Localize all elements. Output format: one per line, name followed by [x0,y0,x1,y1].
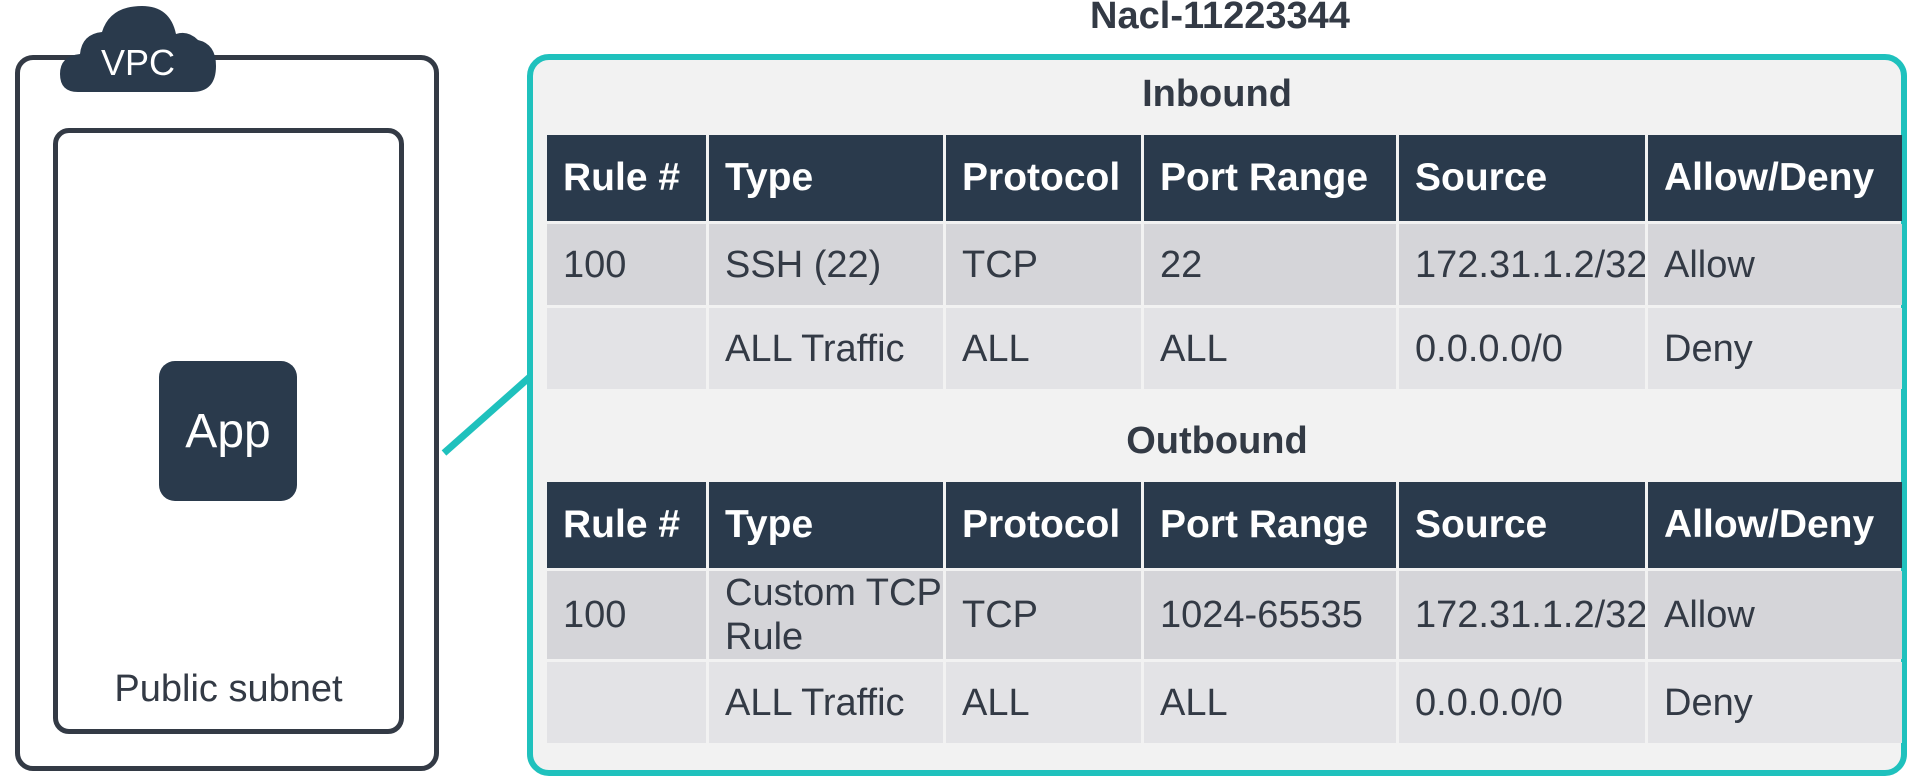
outbound-header-row: Rule # Type Protocol Port Range Source A… [547,482,1902,568]
rule-type: Custom TCP Rule [709,571,943,659]
inbound-header-row: Rule # Type Protocol Port Range Source A… [547,135,1902,221]
rule-action: Deny [1648,308,1902,389]
rule-action: Allow [1648,224,1902,305]
nacl-title: Nacl-11223344 [1090,0,1350,37]
rule-protocol: TCP [946,224,1141,305]
vpc-label: VPC [100,42,176,83]
col-action-header: Allow/Deny [1648,135,1902,221]
outbound-title: Outbound [1126,420,1308,462]
col-rule-header: Rule # [547,135,706,221]
app-node: App [159,361,297,501]
rule-number: 100 [547,571,706,659]
rule-action: Deny [1648,662,1902,743]
rule-source: 0.0.0.0/0 [1399,308,1645,389]
rule-protocol: ALL [946,308,1141,389]
inbound-title: Inbound [1142,73,1292,115]
table-row: ALL Traffic ALL ALL 0.0.0.0/0 Deny [547,662,1902,743]
rule-type: ALL Traffic [709,662,943,743]
col-action-header: Allow/Deny [1648,482,1902,568]
rule-source: 172.31.1.2/32 [1399,224,1645,305]
inbound-table: Rule # Type Protocol Port Range Source A… [544,132,1905,392]
table-row: 100 Custom TCP Rule TCP 1024-65535 172.3… [547,571,1902,659]
col-protocol-header: Protocol [946,135,1141,221]
rule-type: SSH (22) [709,224,943,305]
col-source-header: Source [1399,135,1645,221]
rule-number [547,308,706,389]
col-type-header: Type [709,135,943,221]
table-row: 100 SSH (22) TCP 22 172.31.1.2/32 Allow [547,224,1902,305]
rule-protocol: TCP [946,571,1141,659]
col-type-header: Type [709,482,943,568]
rule-protocol: ALL [946,662,1141,743]
app-label: App [185,404,271,458]
rule-port-range: ALL [1144,308,1396,389]
rule-source: 0.0.0.0/0 [1399,662,1645,743]
table-row: ALL Traffic ALL ALL 0.0.0.0/0 Deny [547,308,1902,389]
col-rule-header: Rule # [547,482,706,568]
col-protocol-header: Protocol [946,482,1141,568]
subnet-label: Public subnet [114,668,343,710]
rule-type: ALL Traffic [709,308,943,389]
rule-port-range: ALL [1144,662,1396,743]
col-port-range-header: Port Range [1144,482,1396,568]
rule-number [547,662,706,743]
col-source-header: Source [1399,482,1645,568]
rule-port-range: 1024-65535 [1144,571,1396,659]
col-port-range-header: Port Range [1144,135,1396,221]
outbound-table: Rule # Type Protocol Port Range Source A… [544,479,1905,746]
rule-action: Allow [1648,571,1902,659]
rule-number: 100 [547,224,706,305]
rule-source: 172.31.1.2/32 [1399,571,1645,659]
rule-port-range: 22 [1144,224,1396,305]
